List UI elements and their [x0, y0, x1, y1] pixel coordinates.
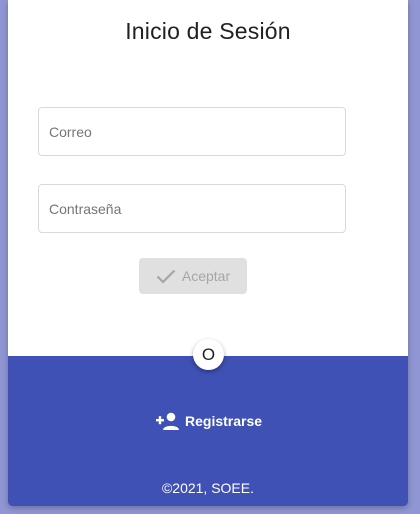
copyright-text: ©2021, SOEE.: [161, 480, 255, 496]
accept-label: Aceptar: [181, 268, 231, 284]
page-title: Inicio de Sesión: [125, 18, 291, 44]
login-card: Inicio de Sesión Aceptar O Registrarse ©…: [8, 0, 408, 506]
or-divider: O: [193, 339, 224, 370]
password-input[interactable]: [39, 185, 345, 232]
check-icon: [156, 268, 176, 284]
person-add-icon: [156, 411, 180, 431]
register-button[interactable]: Registrarse: [156, 406, 262, 436]
password-field[interactable]: [38, 184, 346, 233]
accept-button[interactable]: Aceptar: [139, 258, 247, 294]
email-field[interactable]: [38, 107, 346, 156]
register-label: Registrarse: [185, 413, 263, 429]
email-input[interactable]: [39, 108, 345, 155]
